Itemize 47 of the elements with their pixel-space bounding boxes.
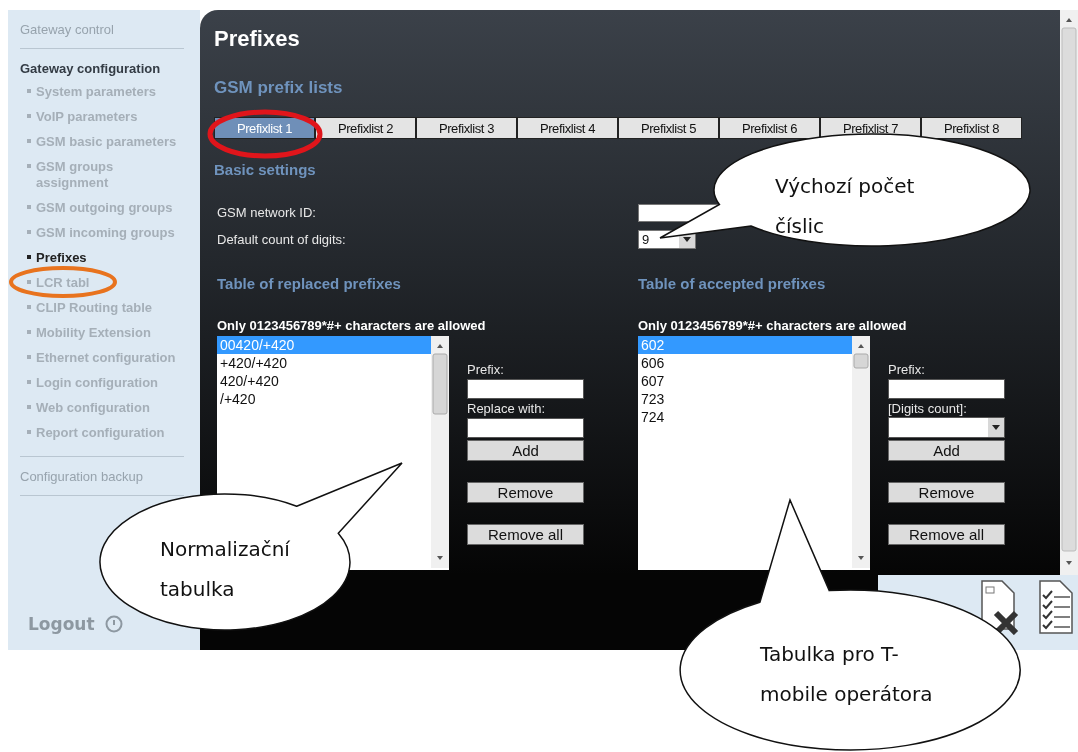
- prefixlist-tab[interactable]: Prefixlist 5: [618, 117, 719, 139]
- field-label: GSM network ID:: [217, 205, 317, 220]
- digits-dropdown[interactable]: [888, 417, 1005, 438]
- field-label: Prefix:: [888, 362, 925, 377]
- scrollbar[interactable]: [852, 336, 870, 568]
- field-label: Replace with:: [467, 401, 546, 416]
- nav-section-link[interactable]: Gateway configuration: [20, 61, 161, 76]
- action-button[interactable]: Remove: [888, 482, 1005, 503]
- section-heading: Basic settings: [214, 161, 316, 178]
- text-input[interactable]: [888, 379, 1005, 399]
- text-input[interactable]: [467, 379, 584, 399]
- checklist-icon[interactable]: [1038, 579, 1074, 635]
- hint-text: Only 0123456789*#+ characters are allowed: [638, 318, 907, 333]
- delete-document-icon[interactable]: [978, 579, 1020, 635]
- caret-icon: [683, 237, 691, 242]
- list-item[interactable]: 723: [638, 390, 852, 408]
- hint-text: Only 0123456789*#+ characters are allowed: [217, 318, 486, 333]
- section-heading: Table of accepted prefixes: [638, 275, 826, 292]
- prefixlist-tab[interactable]: Prefixlist 8: [921, 117, 1022, 139]
- list-item[interactable]: 607: [638, 372, 852, 390]
- prefixlist-tab[interactable]: Prefixlist 2: [315, 117, 416, 139]
- action-button[interactable]: Add: [888, 440, 1005, 461]
- section-heading: GSM prefix lists: [214, 78, 343, 98]
- prefix-listbox[interactable]: 602 606 607 723 724: [638, 336, 870, 570]
- prefixlist-tab[interactable]: Prefixlist 4: [517, 117, 618, 139]
- action-button[interactable]: Remove all: [467, 524, 584, 545]
- caret-icon: [992, 425, 1000, 430]
- action-button[interactable]: Remove all: [888, 524, 1005, 545]
- page-title: Prefixes: [214, 26, 300, 52]
- callout-text: Výchozí počet číslic: [775, 173, 915, 240]
- section-heading: Table of replaced prefixes: [217, 275, 401, 292]
- field-label: Prefix:: [467, 362, 504, 377]
- list-item[interactable]: /+420: [217, 390, 431, 408]
- text-input[interactable]: [467, 418, 584, 438]
- nav-item[interactable]: Prefixes: [20, 246, 184, 271]
- prefixlist-tab[interactable]: Prefixlist 6: [719, 117, 820, 139]
- field-label: [Digits count]:: [888, 401, 967, 416]
- scrollbar[interactable]: [431, 336, 449, 568]
- prefixlist-tab[interactable]: Prefixlist 3: [416, 117, 517, 139]
- list-item[interactable]: 724: [638, 408, 852, 426]
- action-button[interactable]: Add: [467, 440, 584, 461]
- list-item[interactable]: 606: [638, 354, 852, 372]
- list-item[interactable]: 420/+420: [217, 372, 431, 390]
- action-button[interactable]: Remove: [467, 482, 584, 503]
- list-item[interactable]: +420/+420: [217, 354, 431, 372]
- callout-text: Tabulka pro T- mobile operátora: [760, 641, 933, 708]
- field-label: Default count of digits:: [217, 232, 347, 247]
